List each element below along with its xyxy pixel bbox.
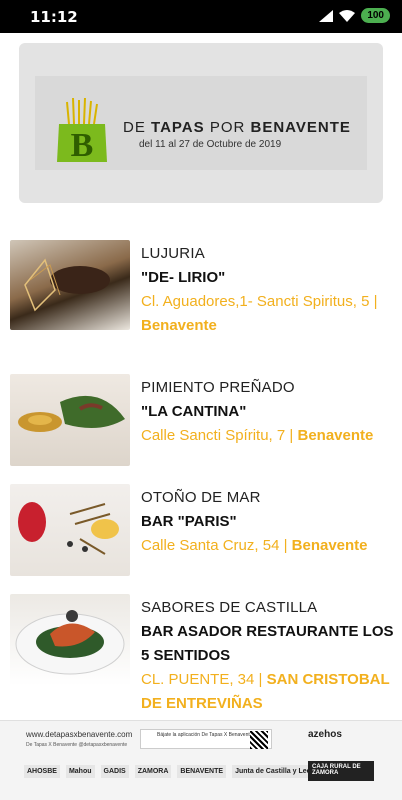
tapa-photo bbox=[10, 484, 130, 576]
sponsor-logos: AHOSBE Mahou GADIS ZAMORA BENAVENTE Junt… bbox=[24, 765, 319, 778]
banner-dates: del 11 al 27 de Octubre de 2019 bbox=[139, 139, 282, 150]
banner-title: DE TAPAS POR BENAVENTE bbox=[123, 119, 351, 136]
dish-name: LUJURIA bbox=[141, 245, 205, 262]
bar-address: Calle Santa Cruz, 54 | Benavente bbox=[141, 537, 368, 554]
bar-address: Calle Sancti Spíritu, 7 | Benavente bbox=[141, 427, 374, 444]
sponsors-footer: www.detapasxbenavente.com De Tapas X Ben… bbox=[0, 720, 402, 800]
dish-name: PIMIENTO PREÑADO bbox=[141, 379, 295, 396]
banner-logo-area: B DE TAPAS POR BENAVENTE del 11 al 27 de… bbox=[35, 76, 367, 170]
tapa-photo-art bbox=[15, 610, 125, 675]
status-icons: 100 bbox=[319, 8, 390, 23]
bar-name: BAR "PARIS" bbox=[141, 513, 237, 530]
qr-code-icon bbox=[250, 731, 268, 749]
caja-rural-logo: CAJA RURAL DE ZAMORA bbox=[308, 761, 374, 781]
list-item[interactable]: PIMIENTO PREÑADO "LA CANTINA" Calle Sanc… bbox=[0, 374, 402, 466]
wifi-icon bbox=[339, 9, 356, 22]
list-item[interactable]: SABORES DE CASTILLA BAR ASADOR RESTAURAN… bbox=[0, 594, 402, 714]
bar-address: CL. PUENTE, 34 | SAN CRISTOBAL DE ENTREV… bbox=[141, 671, 390, 712]
tapa-photo bbox=[10, 594, 130, 686]
sponsor-logo: Junta de Castilla y León bbox=[232, 765, 319, 778]
tapa-photo-art bbox=[18, 395, 125, 432]
status-time: 11:12 bbox=[30, 8, 78, 26]
tapa-photo-art bbox=[24, 258, 110, 312]
dish-name: SABORES DE CASTILLA bbox=[141, 599, 318, 616]
sponsor-logo: Mahou bbox=[65, 765, 95, 778]
tapa-photo bbox=[10, 240, 130, 330]
event-banner[interactable]: B DE TAPAS POR BENAVENTE del 11 al 27 de… bbox=[19, 43, 383, 203]
bar-name: BAR ASADOR RESTAURANTE LOS 5 SENTIDOS bbox=[141, 623, 394, 664]
bar-address: Cl. Aguadores,1- Sancti Spiritus, 5 | Ben… bbox=[141, 293, 378, 334]
sponsor-logo: BENAVENTE bbox=[177, 765, 227, 778]
bar-name: "DE- LIRIO" bbox=[141, 269, 226, 286]
sponsor-logo: ZAMORA bbox=[134, 765, 172, 778]
list-item[interactable]: OTOÑO DE MAR BAR "PARIS" Calle Santa Cru… bbox=[0, 484, 402, 576]
fries-b-logo-icon: B bbox=[57, 98, 107, 164]
tapa-photo-art bbox=[18, 502, 119, 555]
azehos-logo: azehos bbox=[308, 729, 342, 740]
tapa-photo bbox=[10, 374, 130, 466]
sponsor-logo: AHOSBE bbox=[24, 765, 60, 778]
battery-icon: 100 bbox=[361, 8, 390, 23]
sponsor-logo: GADIS bbox=[100, 765, 129, 778]
status-bar: 11:12 100 bbox=[0, 0, 402, 33]
website-url[interactable]: www.detapasxbenavente.com bbox=[26, 730, 132, 739]
bar-name: "LA CANTINA" bbox=[141, 403, 247, 420]
social-handles: De Tapas X Benavente @detapasxbenavente bbox=[26, 742, 128, 748]
svg-text:B: B bbox=[71, 127, 94, 164]
signal-icon bbox=[319, 9, 334, 22]
dish-name: OTOÑO DE MAR bbox=[141, 489, 261, 506]
list-item[interactable]: LUJURIA "DE- LIRIO" Cl. Aguadores,1- San… bbox=[0, 240, 402, 335]
